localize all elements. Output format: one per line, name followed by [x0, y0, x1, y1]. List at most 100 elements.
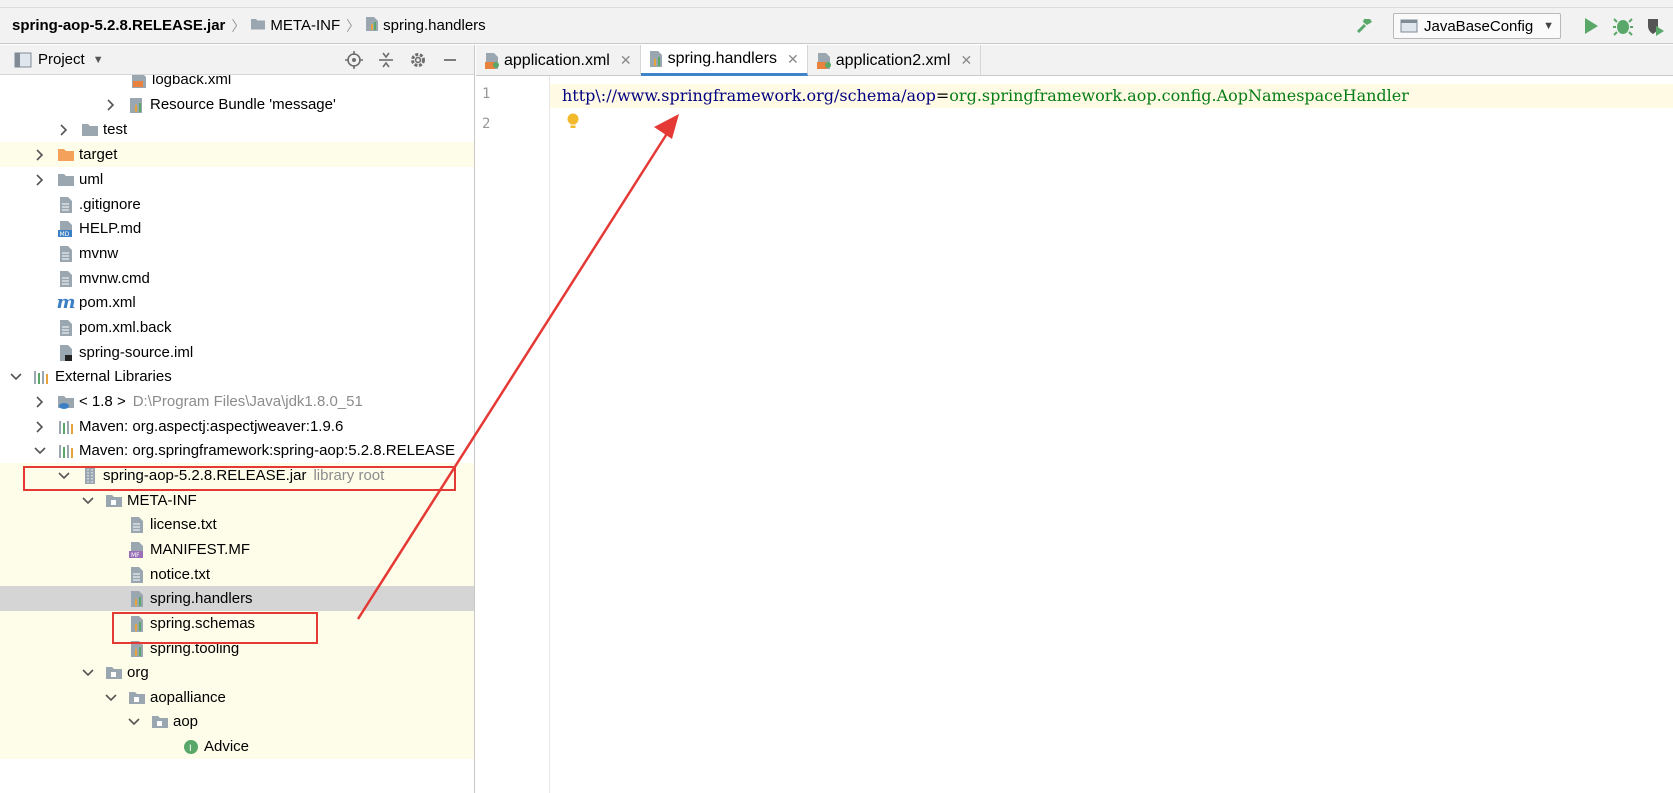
chevron-down-icon[interactable]	[34, 445, 46, 457]
tree-item-logback-xml[interactable]: logback.xml	[0, 75, 474, 92]
annotation-box-spring-handlers	[112, 612, 318, 644]
tree-item-aopalliance[interactable]: aopalliance	[0, 685, 474, 710]
folder-icon	[81, 121, 99, 139]
code-editor[interactable]: 1 2 http\://www.springframework.org/sche…	[476, 76, 1673, 793]
project-panel-title[interactable]: Project	[38, 51, 85, 68]
line-number: 1	[482, 86, 491, 102]
run-icon[interactable]	[1577, 12, 1605, 40]
library-icon	[57, 442, 75, 460]
tree-item-pom-xml[interactable]: m pom.xml	[0, 290, 474, 315]
locate-target-icon[interactable]	[338, 51, 370, 69]
package-icon	[105, 664, 123, 682]
tree-item-spring-source-iml[interactable]: spring-source.iml	[0, 340, 474, 365]
chevron-down-icon[interactable]: ▼	[93, 54, 104, 66]
tree-item-notice-txt[interactable]: notice.txt	[0, 562, 474, 587]
chevron-right-icon[interactable]	[34, 173, 46, 186]
application-config-icon	[1400, 19, 1418, 33]
tree-item-org[interactable]: org	[0, 660, 474, 685]
tree-item-target[interactable]: target	[0, 142, 474, 167]
property-key: http\://www.springframework.org/schema/a…	[562, 86, 936, 105]
tree-item-help-md[interactable]: MD HELP.md	[0, 216, 474, 241]
tree-item-advice[interactable]: I Advice	[0, 734, 474, 759]
tree-item-mvnw[interactable]: mvnw	[0, 241, 474, 266]
tab-application-xml[interactable]: application.xml ✕	[476, 45, 641, 76]
breadcrumb-jar[interactable]: spring-aop-5.2.8.RELEASE.jar	[12, 17, 225, 34]
tree-item-aop[interactable]: aop	[0, 709, 474, 734]
tree-item-manifest-mf[interactable]: MF MANIFEST.MF	[0, 537, 474, 562]
tree-item-license-txt[interactable]: license.txt	[0, 512, 474, 537]
navigation-bar: spring-aop-5.2.8.RELEASE.jar 〉 META-INF …	[0, 8, 1673, 44]
project-tree: logback.xml Resource Bundle 'message' te…	[0, 75, 474, 793]
chevron-right-icon: 〉	[346, 17, 361, 34]
chevron-right-icon[interactable]	[58, 123, 70, 136]
breadcrumb-spring-handlers[interactable]: spring.handlers	[383, 17, 486, 34]
package-icon	[128, 689, 146, 707]
window-title-strip	[0, 0, 1673, 8]
tree-item-gitignore[interactable]: .gitignore	[0, 192, 474, 217]
jdk-icon	[57, 393, 75, 411]
tree-item-spring-handlers[interactable]: spring.handlers	[0, 586, 474, 611]
lightbulb-icon[interactable]	[566, 112, 580, 134]
tree-item-meta-inf[interactable]: META-INF	[0, 488, 474, 513]
svg-text:MF: MF	[131, 552, 140, 559]
chevron-right-icon[interactable]	[34, 395, 46, 408]
maven-icon: m	[56, 292, 76, 313]
breadcrumb-meta-inf[interactable]: META-INF	[270, 17, 340, 34]
spring-xml-file-icon	[816, 52, 831, 69]
close-icon[interactable]: ✕	[960, 52, 972, 69]
svg-text:MD: MD	[60, 231, 70, 238]
chevron-right-icon[interactable]	[34, 420, 46, 433]
resource-bundle-icon	[128, 96, 146, 114]
collapse-all-icon[interactable]	[370, 51, 402, 69]
text-file-icon	[128, 566, 146, 584]
chevron-down-icon[interactable]	[82, 495, 94, 507]
text-file-icon	[57, 196, 75, 214]
chevron-down-icon[interactable]	[10, 371, 22, 383]
code-line-1[interactable]: http\://www.springframework.org/schema/a…	[562, 86, 1409, 105]
manifest-icon: MF	[128, 541, 146, 559]
close-icon[interactable]: ✕	[620, 52, 632, 69]
tree-item-external-libraries[interactable]: External Libraries	[0, 364, 474, 389]
tree-item-aspectjweaver[interactable]: Maven: org.aspectj:aspectjweaver:1.9.6	[0, 414, 474, 439]
xml-file-icon	[130, 75, 148, 89]
annotation-box-spring-aop-library	[23, 466, 456, 491]
main-toolbar: JavaBaseConfig ▼	[1351, 8, 1673, 44]
tree-item-pom-xml-back[interactable]: pom.xml.back	[0, 315, 474, 340]
chevron-right-icon[interactable]	[105, 98, 117, 111]
property-value: org.springframework.aop.config.AopNamesp…	[949, 86, 1409, 105]
run-configuration-select[interactable]: JavaBaseConfig ▼	[1393, 13, 1561, 39]
chevron-right-icon: 〉	[231, 17, 246, 34]
project-panel-tools	[338, 45, 466, 75]
svg-text:I: I	[189, 744, 192, 754]
tab-spring-handlers[interactable]: spring.handlers ✕	[640, 45, 808, 76]
run-config-label: JavaBaseConfig	[1424, 17, 1534, 35]
tab-application2-xml[interactable]: application2.xml ✕	[808, 45, 982, 76]
spring-xml-file-icon	[485, 52, 499, 69]
chevron-down-icon[interactable]	[128, 716, 140, 728]
tree-item-uml[interactable]: uml	[0, 167, 474, 192]
text-file-icon	[57, 319, 75, 337]
gear-icon[interactable]	[402, 51, 434, 69]
close-icon[interactable]: ✕	[787, 51, 799, 68]
coverage-icon[interactable]	[1641, 12, 1669, 40]
tree-item-jdk[interactable]: < 1.8 > D:\Program Files\Java\jdk1.8.0_5…	[0, 389, 474, 414]
project-tool-window: Project ▼ logback.xml Resource Bundle 'm…	[0, 45, 475, 793]
editor-tabs: application.xml ✕ spring.handlers ✕ appl…	[476, 45, 1673, 76]
line-number: 2	[482, 116, 491, 132]
chevron-down-icon[interactable]	[82, 667, 94, 679]
debug-icon[interactable]	[1609, 12, 1637, 40]
library-icon	[57, 418, 75, 436]
property-separator: =	[935, 86, 950, 105]
tree-item-mvnw-cmd[interactable]: mvnw.cmd	[0, 266, 474, 291]
folder-icon	[250, 17, 266, 35]
chevron-right-icon[interactable]	[34, 148, 46, 161]
tree-item-resource-bundle[interactable]: Resource Bundle 'message'	[0, 92, 474, 117]
breadcrumb: spring-aop-5.2.8.RELEASE.jar 〉 META-INF …	[0, 8, 486, 43]
tree-item-test[interactable]: test	[0, 117, 474, 142]
minimize-icon[interactable]	[434, 52, 466, 68]
chevron-down-icon[interactable]	[105, 692, 117, 704]
interface-icon: I	[182, 738, 200, 756]
properties-file-icon	[365, 16, 379, 36]
build-hammer-icon[interactable]	[1351, 12, 1379, 40]
tree-item-spring-aop-library[interactable]: Maven: org.springframework:spring-aop:5.…	[0, 438, 474, 463]
